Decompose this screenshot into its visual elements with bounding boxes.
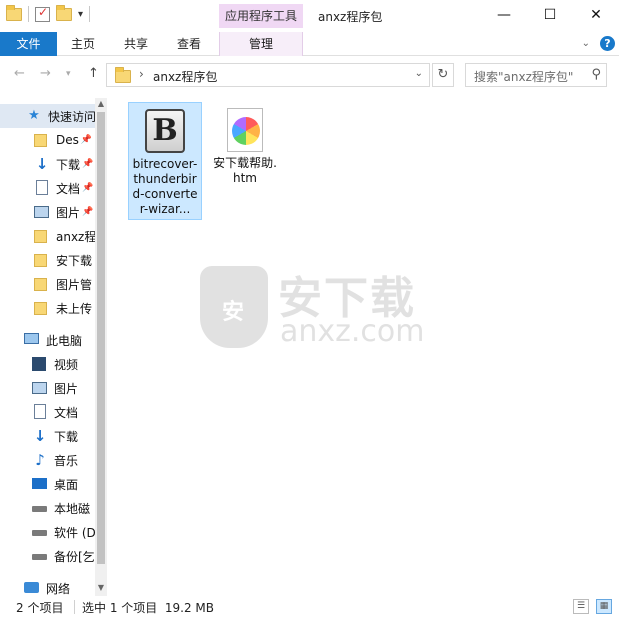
status-bar: 2 个项目 选中 1 个项目 19.2 MB ☰ ▦ (0, 596, 619, 619)
sidebar-item-pictures[interactable]: 图片 📌 (0, 200, 96, 224)
file-name: bitrecover-thunderbird-converter-wizar..… (132, 157, 198, 216)
sidebar-item-quick-access[interactable]: ★ 快速访问 (0, 104, 96, 128)
nav-scrollbar[interactable]: ▲ ▼ (95, 98, 107, 596)
list-item[interactable]: 安下载帮助.htm (208, 102, 282, 188)
customize-toolbar-arrow-icon[interactable]: ▾ (78, 9, 83, 20)
window-title: anxz程序包 (318, 10, 383, 24)
computer-icon (24, 332, 40, 348)
folder-icon (6, 4, 22, 21)
minimize-button[interactable]: — (481, 0, 527, 30)
tab-manage[interactable]: 管理 (219, 32, 303, 56)
divider (89, 6, 91, 22)
refresh-button[interactable]: ↻ (432, 63, 454, 87)
contextual-tab-header: 应用程序工具 (219, 4, 303, 28)
star-icon: ★ (28, 108, 40, 123)
address-bar[interactable]: › anxz程序包 ⌄ (106, 63, 430, 87)
sidebar-item-anxiazai[interactable]: 安下载 (0, 248, 96, 272)
drive-icon (32, 500, 48, 516)
sidebar-item-network[interactable]: 网络 (0, 576, 96, 596)
drive-icon (32, 524, 48, 540)
search-placeholder: 搜索"anxz程序包" (474, 70, 574, 84)
document-icon (32, 404, 48, 420)
sidebar-item-not-uploaded[interactable]: 未上传 (0, 296, 96, 320)
list-item[interactable]: B bitrecover-thunderbird-converter-wizar… (128, 102, 202, 220)
sidebar-item-documents[interactable]: 文档 📌 (0, 176, 96, 200)
divider (74, 600, 75, 614)
tab-view[interactable]: 查看 (177, 32, 201, 56)
item-count: 2 个项目 (16, 601, 64, 615)
details-view-icon[interactable]: ☰ (573, 599, 589, 614)
sidebar-item-pc-downloads[interactable]: ↓ 下载 (0, 424, 96, 448)
properties-icon[interactable] (35, 5, 50, 22)
folder-icon (34, 228, 50, 244)
tab-home[interactable]: 主页 (71, 32, 95, 56)
network-icon (24, 580, 40, 596)
desktop-icon (32, 476, 48, 492)
breadcrumb-chevron-icon[interactable]: › (139, 67, 144, 81)
navigation-pane: ★ 快速访问 Des 📌 ↓ 下载 📌 文档 📌 图片 📌 anxz程 安下载 图片管 … (0, 94, 108, 596)
up-arrow-icon[interactable]: ↑ (88, 66, 99, 81)
sidebar-item-pc-documents[interactable]: 文档 (0, 400, 96, 424)
sidebar-item-this-pc[interactable]: 此电脑 (0, 328, 96, 352)
quick-access-toolbar: ▾ (6, 4, 91, 22)
download-icon: ↓ (33, 427, 47, 445)
download-icon: ↓ (35, 155, 49, 173)
sidebar-item-backup-drive[interactable]: 备份[乞 (0, 544, 96, 568)
selection-info: 选中 1 个项目 19.2 MB (82, 601, 215, 615)
breadcrumb[interactable]: anxz程序包 (153, 68, 217, 85)
drive-icon (32, 548, 48, 564)
tab-share[interactable]: 共享 (124, 32, 148, 56)
scrollbar-thumb[interactable] (97, 112, 105, 564)
sidebar-item-local-disk[interactable]: 本地磁 (0, 496, 96, 520)
picture-icon (32, 380, 48, 396)
folder-icon (34, 300, 50, 316)
scroll-up-icon[interactable]: ▲ (95, 98, 107, 110)
scroll-down-icon[interactable]: ▼ (95, 582, 107, 594)
folder-icon (34, 132, 50, 148)
file-name: 安下载帮助.htm (213, 156, 277, 185)
sidebar-item-anxz[interactable]: anxz程 (0, 224, 96, 248)
sidebar-item-music[interactable]: ♪ 音乐 (0, 448, 96, 472)
divider (28, 6, 29, 22)
address-dropdown-icon[interactable]: ⌄ (415, 68, 423, 79)
forward-arrow-icon[interactable]: → (40, 66, 51, 81)
htm-file-icon (227, 108, 263, 152)
video-icon (32, 356, 48, 372)
sidebar-item-videos[interactable]: 视频 (0, 352, 96, 376)
folder-icon (34, 276, 50, 292)
close-button[interactable]: ✕ (573, 0, 619, 30)
sidebar-item-downloads[interactable]: ↓ 下载 📌 (0, 152, 96, 176)
help-icon[interactable]: ? (600, 36, 615, 51)
search-input[interactable]: 搜索"anxz程序包" ⚲ (465, 63, 607, 87)
pin-icon: 📌 (80, 135, 93, 145)
music-icon: ♪ (35, 451, 45, 469)
pin-icon: 📌 (82, 207, 94, 217)
picture-icon (34, 204, 50, 220)
back-arrow-icon[interactable]: ← (14, 66, 25, 81)
folder-icon (34, 252, 50, 268)
new-folder-icon[interactable] (56, 4, 72, 21)
expand-ribbon-chevron-icon[interactable]: ⌄ (582, 38, 590, 49)
recent-locations-chevron-icon[interactable]: ▾ (66, 69, 71, 79)
document-icon (34, 180, 50, 196)
file-list[interactable]: B bitrecover-thunderbird-converter-wizar… (108, 94, 619, 596)
large-icons-view-icon[interactable]: ▦ (596, 599, 612, 614)
title-bar: ▾ 应用程序工具 anxz程序包 — ☐ ✕ (0, 0, 619, 32)
navigation-bar: ← → ▾ ↑ › anxz程序包 ⌄ ↻ 搜索"anxz程序包" ⚲ (0, 57, 619, 93)
ribbon-tabs: 文件 主页 共享 查看 管理 ⌄ ? (0, 32, 619, 56)
tab-file[interactable]: 文件 (0, 32, 57, 56)
sidebar-item-desktop[interactable]: Des 📌 (0, 128, 96, 152)
pin-icon: 📌 (82, 183, 94, 193)
sidebar-item-desktop-pc[interactable]: 桌面 (0, 472, 96, 496)
folder-icon (115, 67, 131, 83)
b-app-icon: B (145, 109, 185, 153)
sidebar-item-picture-manager[interactable]: 图片管 (0, 272, 96, 296)
search-icon[interactable]: ⚲ (591, 67, 601, 82)
maximize-button[interactable]: ☐ (527, 0, 573, 30)
sidebar-item-pc-pictures[interactable]: 图片 (0, 376, 96, 400)
pin-icon: 📌 (82, 159, 94, 169)
sidebar-item-software-drive[interactable]: 软件 (D (0, 520, 96, 544)
